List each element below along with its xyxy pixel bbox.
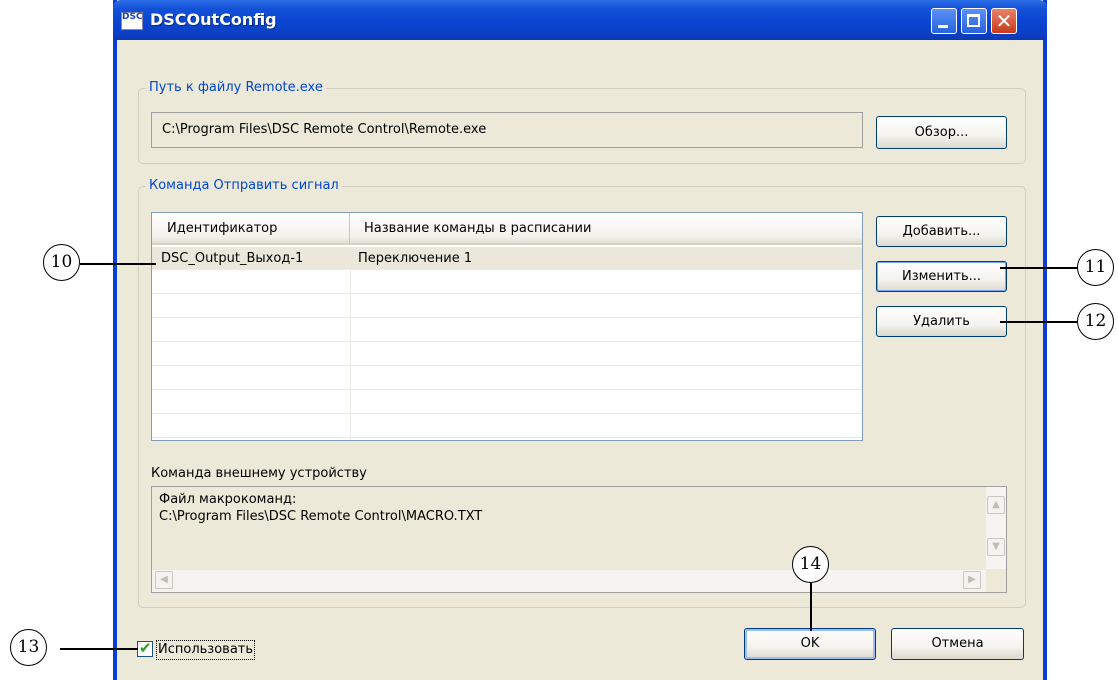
scroll-right-icon[interactable]: ▶ (963, 571, 981, 589)
callout-14: 14 (792, 546, 829, 583)
close-button[interactable]: ✕ (991, 8, 1017, 34)
command-group-label: Команда Отправить сигнал (146, 178, 342, 194)
minimize-button[interactable] (931, 8, 957, 34)
column-header-name[interactable]: Название команды в расписании (350, 213, 860, 245)
app-icon: DSC (121, 12, 143, 30)
delete-button[interactable]: Удалить (876, 306, 1007, 337)
device-line-2: C:\Program Files\DSC Remote Control\MACR… (159, 509, 483, 524)
row-name-cell: Переключение 1 (358, 251, 473, 266)
callout-10-line (80, 263, 156, 265)
minimize-icon (938, 25, 948, 28)
use-checkbox-label[interactable]: Использовать (156, 640, 256, 660)
scroll-up-icon[interactable]: ▲ (987, 496, 1005, 514)
maximize-button[interactable] (961, 8, 987, 34)
device-command-label: Команда внешнему устройству (151, 466, 367, 481)
empty-row (152, 271, 862, 294)
commands-list[interactable]: Идентификатор Название команды в расписа… (151, 212, 863, 441)
callout-13: 13 (10, 629, 47, 666)
empty-row (152, 319, 862, 342)
checkmark-icon: ✔ (139, 639, 152, 657)
callout-14-line (810, 583, 812, 631)
horizontal-scrollbar[interactable] (152, 570, 986, 592)
table-row[interactable]: DSC_Output_Выход-1 Переключение 1 (152, 247, 862, 270)
list-header: Идентификатор Название команды в расписа… (152, 213, 862, 245)
empty-row (152, 391, 862, 414)
scroll-down-icon[interactable]: ▼ (987, 538, 1005, 556)
callout-11-line (1000, 267, 1077, 269)
device-line-1: Файл макрокоманд: (159, 492, 297, 507)
callout-12-line (1000, 321, 1077, 323)
device-command-text: Файл макрокоманд: C:\Program Files\DSC R… (159, 491, 482, 525)
scroll-left-icon[interactable]: ◀ (155, 571, 173, 589)
empty-row (152, 367, 862, 390)
close-icon: ✕ (995, 9, 1013, 33)
use-checkbox[interactable]: ✔ (137, 639, 153, 657)
callout-13-line (60, 648, 138, 650)
row-id-cell: DSC_Output_Выход-1 (161, 251, 304, 266)
column-header-id[interactable]: Идентификатор (152, 213, 350, 245)
ok-button[interactable]: OK (744, 628, 876, 660)
device-command-textarea[interactable]: Файл макрокоманд: C:\Program Files\DSC R… (151, 486, 1007, 593)
empty-row (152, 415, 862, 438)
path-group-label: Путь к файлу Remote.exe (146, 80, 326, 96)
callout-11: 11 (1077, 249, 1114, 286)
callout-12: 12 (1077, 303, 1114, 340)
empty-row (152, 343, 862, 366)
window-title: DSCOutConfig (150, 10, 277, 29)
edit-button[interactable]: Изменить... (876, 261, 1007, 292)
app-icon-text: DSC (122, 12, 143, 22)
cancel-button[interactable]: Отмена (891, 628, 1024, 660)
add-button[interactable]: Добавить... (876, 216, 1007, 247)
remote-path-field: C:\Program Files\DSC Remote Control\Remo… (151, 112, 863, 148)
callout-10: 10 (43, 244, 80, 281)
browse-button[interactable]: Обзор... (876, 116, 1007, 149)
maximize-icon (967, 14, 980, 27)
empty-row (152, 295, 862, 318)
